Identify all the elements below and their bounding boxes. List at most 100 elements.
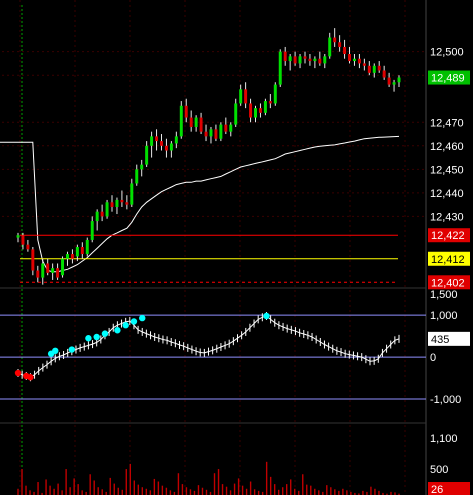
- osc-signal-dot: [130, 318, 138, 325]
- osc-signal-dot: [68, 346, 76, 353]
- candle-body: [303, 56, 307, 59]
- moving-average-line: [0, 135, 400, 273]
- candle-body: [164, 145, 168, 151]
- candle-body: [199, 117, 203, 132]
- candle-body: [387, 77, 391, 85]
- price-tick-label: 12,470: [430, 117, 464, 129]
- osc-signal-dot: [101, 330, 109, 337]
- osc-signal-dot: [93, 333, 100, 341]
- candle-body: [85, 239, 89, 255]
- candle-body: [244, 89, 248, 104]
- candle-body: [65, 254, 69, 259]
- candle-body: [135, 169, 139, 184]
- candle-body: [110, 202, 114, 207]
- candle-body: [234, 103, 238, 125]
- candle-body: [288, 56, 292, 62]
- candle-body: [184, 105, 188, 118]
- candle-body: [31, 249, 35, 271]
- candle-body: [254, 108, 257, 118]
- candle-body: [397, 77, 401, 83]
- candle-body: [382, 70, 386, 78]
- candle-body: [352, 58, 356, 62]
- candle-body: [362, 63, 366, 66]
- osc-signal-dot: [139, 314, 146, 322]
- candle-body: [392, 82, 396, 85]
- candle-body: [80, 246, 84, 255]
- candle-body: [338, 42, 342, 47]
- candle-body: [130, 183, 134, 205]
- last-price-badge: 12,489: [431, 73, 465, 85]
- candle-body: [377, 65, 381, 71]
- price-tick-label: 12,460: [430, 141, 464, 153]
- candle-body: [140, 164, 144, 170]
- osc-signal-dot: [27, 374, 34, 381]
- candle-body: [75, 246, 79, 257]
- candle-body: [258, 108, 262, 113]
- candle-body: [56, 268, 60, 278]
- price-tick-label: 12,450: [430, 164, 464, 176]
- candle-body: [278, 51, 282, 85]
- candle-body: [318, 58, 322, 64]
- candle-body: [150, 136, 154, 146]
- candle-body: [95, 211, 99, 222]
- candle-body: [145, 145, 149, 165]
- candle-body: [16, 235, 20, 238]
- candle-body: [328, 37, 332, 57]
- osc-signal-dot: [122, 322, 129, 329]
- candle-body: [209, 129, 213, 137]
- candle-body: [105, 202, 109, 217]
- candle-body: [263, 101, 267, 113]
- osc-tick-label: -1,000: [430, 394, 461, 406]
- oscillator-panel: [0, 312, 426, 400]
- volume-tick-label: 1,100: [430, 433, 458, 445]
- candle-body: [239, 89, 243, 104]
- candle-body: [26, 244, 30, 250]
- candle-body: [189, 117, 193, 127]
- price-tick-label: 12,440: [430, 188, 464, 200]
- candle-body: [36, 270, 40, 278]
- candle-body: [313, 58, 317, 62]
- candle-body: [357, 58, 361, 64]
- osc-signal-dot: [52, 347, 59, 355]
- candle-body: [372, 65, 376, 73]
- candle-body: [115, 199, 119, 207]
- candle-body: [214, 129, 218, 139]
- candle-body: [249, 103, 253, 118]
- candle-body: [100, 211, 104, 217]
- candle-body: [194, 117, 198, 127]
- volume-tick-label: 500: [430, 464, 448, 476]
- candle-body: [120, 199, 124, 203]
- candle-body: [268, 101, 272, 104]
- osc-signal-dot: [114, 327, 121, 334]
- candle-body: [125, 202, 129, 205]
- candle-body: [283, 51, 287, 62]
- candle-body: [229, 124, 233, 132]
- candle-body: [348, 54, 352, 62]
- candle-body: [90, 221, 94, 240]
- osc-tick-label: 0: [430, 352, 436, 364]
- candle-body: [179, 105, 183, 137]
- grid: [0, 0, 427, 495]
- candle-body: [70, 254, 74, 259]
- price-tick-label: 12,430: [430, 211, 464, 223]
- candle-body: [155, 136, 159, 142]
- level-badge: 12,412: [431, 254, 465, 266]
- candle-body: [224, 124, 228, 132]
- candle-body: [298, 56, 302, 64]
- candle-body: [61, 258, 65, 276]
- candle-body: [46, 263, 50, 273]
- candle-body: [273, 84, 277, 104]
- candle-body: [293, 56, 297, 64]
- candle-body: [169, 143, 173, 151]
- osc-tick-label: 1,000: [430, 310, 458, 322]
- candle-body: [21, 235, 25, 245]
- osc-signal-dot: [85, 335, 92, 342]
- price-chart-canvas: 12,50012,49012,47012,46012,45012,44012,4…: [0, 0, 473, 495]
- candle-body: [343, 46, 347, 55]
- candle-body: [333, 37, 337, 43]
- candle-body: [323, 56, 327, 64]
- level-badge: 12,402: [431, 277, 465, 289]
- candle-body: [367, 65, 371, 73]
- volume-value-badge: 26: [431, 484, 443, 495]
- candle-body: [174, 136, 178, 144]
